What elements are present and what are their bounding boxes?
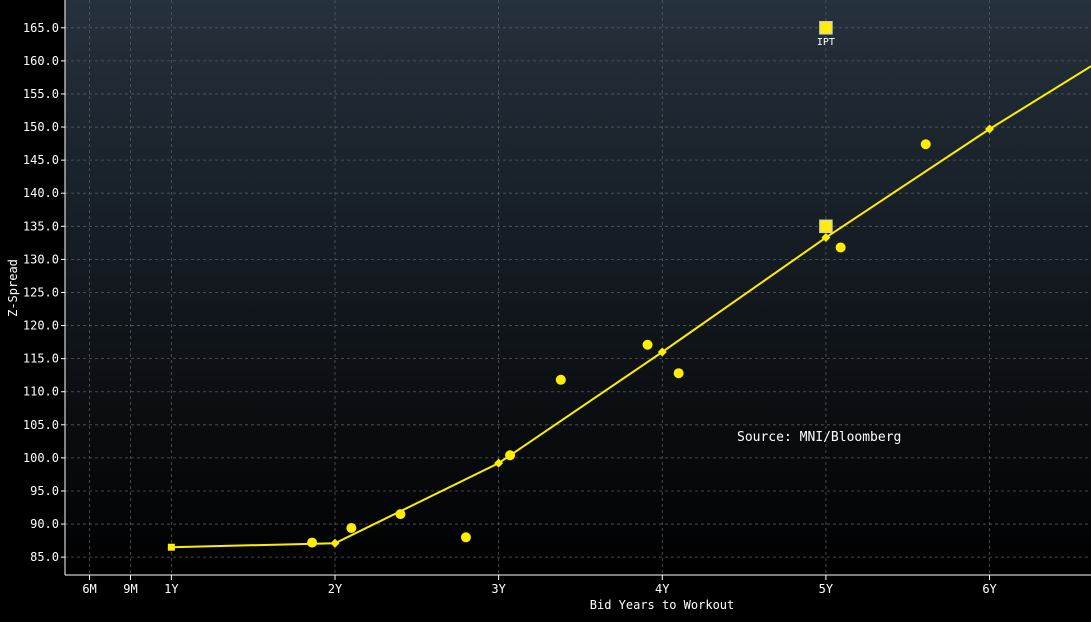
new-issue-point — [819, 21, 833, 35]
y-tick-label: 120.0 — [23, 319, 59, 333]
bond-point — [505, 450, 516, 461]
y-tick-label: 135.0 — [23, 219, 59, 233]
new-issue-label: IPT — [817, 37, 835, 48]
y-tick-label: 160.0 — [23, 54, 59, 68]
y-tick-label: 95.0 — [30, 484, 59, 498]
y-tick-label: 110.0 — [23, 385, 59, 399]
bond-point — [555, 374, 566, 385]
x-tick-label: 6M — [82, 582, 96, 596]
x-tick-label: 3Y — [491, 582, 506, 596]
source-annotation: Source: MNI/Bloomberg — [737, 430, 901, 445]
y-tick-label: 125.0 — [23, 285, 59, 299]
bond-point — [307, 537, 318, 548]
new-issue-point — [819, 219, 833, 234]
plot-background — [65, 0, 1091, 575]
y-tick-label: 90.0 — [30, 517, 59, 531]
y-tick-label: 85.0 — [30, 550, 59, 564]
y-axis-ticks: 85.0 90.0 95.0 100.0 105.0 110.0 115.0 120.0 125… — [23, 21, 65, 564]
x-axis-title: Bid Years to Workout — [590, 598, 735, 612]
x-tick-label: 6Y — [982, 582, 997, 596]
y-tick-label: 115.0 — [23, 352, 59, 366]
y-tick-label: 150.0 — [23, 120, 59, 134]
bond-point — [346, 523, 357, 534]
x-tick-label: 4Y — [655, 582, 670, 596]
x-tick-label: 5Y — [819, 582, 834, 596]
y-tick-label: 155.0 — [23, 87, 59, 101]
z-spread-chart: 85.0 90.0 95.0 100.0 105.0 110.0 115.0 120.0 125… — [6, 0, 1091, 612]
bond-point — [835, 242, 846, 253]
bond-point — [395, 509, 406, 520]
y-tick-label: 100.0 — [23, 451, 59, 465]
x-tick-label: 9M — [123, 582, 137, 596]
y-axis-title: Z-Spread — [6, 259, 20, 317]
x-tick-label: 2Y — [328, 582, 343, 596]
y-tick-label: 105.0 — [23, 418, 59, 432]
bond-point — [673, 368, 684, 379]
bond-point — [920, 139, 931, 150]
y-tick-label: 140.0 — [23, 186, 59, 200]
y-tick-label: 165.0 — [23, 21, 59, 35]
y-tick-label: 130.0 — [23, 252, 59, 266]
x-axis-ticks: 6M 9M 1Y 2Y 3Y 4Y 5Y 6Y — [82, 575, 998, 596]
bond-point — [460, 532, 471, 543]
y-tick-label: 145.0 — [23, 153, 59, 167]
x-tick-label: 1Y — [164, 582, 179, 596]
bond-point — [642, 339, 653, 350]
curve-point — [167, 543, 175, 551]
